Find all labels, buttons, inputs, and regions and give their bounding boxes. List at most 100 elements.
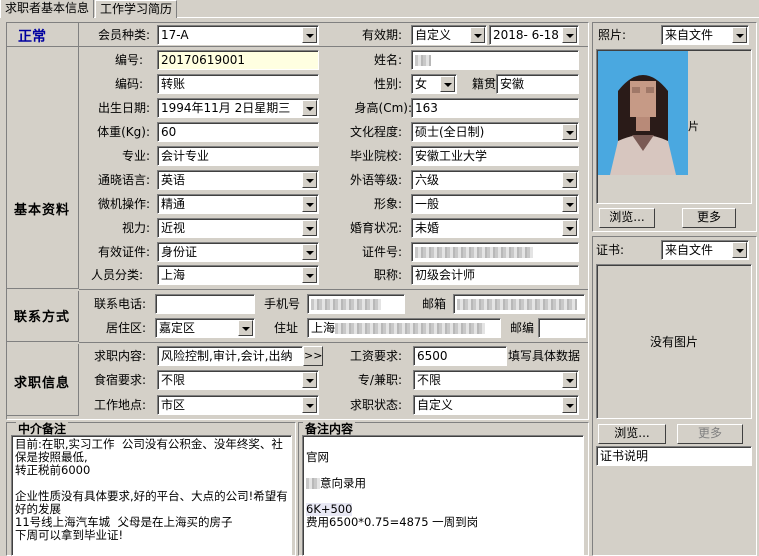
- chevron-down-icon[interactable]: [302, 100, 317, 116]
- chevron-down-icon[interactable]: [562, 172, 577, 188]
- salary-field[interactable]: 6500: [413, 346, 507, 366]
- edu-select[interactable]: 硕士(全日制): [411, 122, 579, 142]
- title-field[interactable]: 初级会计师: [411, 265, 579, 285]
- state-label: 求职状态:: [349, 398, 402, 412]
- chevron-down-icon[interactable]: [302, 372, 317, 388]
- lang-select[interactable]: 英语: [157, 170, 319, 190]
- chevron-down-icon[interactable]: [732, 27, 747, 43]
- vision-select[interactable]: 近视: [157, 218, 319, 238]
- lang-level-label: 外语等级:: [349, 173, 402, 187]
- weight-field[interactable]: 60: [157, 122, 319, 142]
- category-label: 人员分类:: [90, 268, 143, 282]
- chevron-down-icon[interactable]: [302, 220, 317, 236]
- chevron-down-icon[interactable]: [562, 27, 577, 43]
- chevron-down-icon[interactable]: [440, 76, 455, 92]
- chevron-down-icon[interactable]: [470, 27, 485, 43]
- board-value: 不限: [161, 373, 186, 387]
- validity-date-picker[interactable]: 2018- 6-18: [489, 25, 579, 45]
- appearance-select[interactable]: 一般: [411, 194, 579, 214]
- photo-source-select[interactable]: 来自文件: [661, 25, 749, 45]
- mobile-label: 手机号: [263, 297, 300, 311]
- phone-field[interactable]: [155, 294, 255, 314]
- address-field[interactable]: 上海: [307, 318, 501, 338]
- chevron-down-icon[interactable]: [562, 124, 577, 140]
- redacted-id-number: [415, 247, 533, 258]
- native-value: 安徽: [500, 77, 525, 91]
- computer-value: 精通: [161, 197, 186, 211]
- chevron-down-icon[interactable]: [732, 242, 747, 258]
- parttime-select[interactable]: 不限: [413, 370, 579, 390]
- validity-date-value: 2018- 6-18: [493, 28, 559, 42]
- board-select[interactable]: 不限: [157, 370, 319, 390]
- lang-level-select[interactable]: 六级: [411, 170, 579, 190]
- marital-select[interactable]: 未婚: [411, 218, 579, 238]
- idtype-select[interactable]: 身份证: [157, 242, 319, 262]
- height-field[interactable]: 163: [411, 98, 579, 118]
- cert-browse-button[interactable]: 浏览...: [598, 424, 666, 444]
- idno-field[interactable]: [411, 242, 579, 262]
- photo-overflow-glyph: 片: [688, 120, 699, 133]
- code-field[interactable]: 转账: [157, 74, 319, 94]
- cert-desc-field[interactable]: 证书说明: [596, 446, 752, 466]
- chevron-down-icon[interactable]: [238, 320, 253, 336]
- edu-label: 文化程度:: [349, 125, 402, 139]
- zip-label: 邮编: [509, 321, 534, 335]
- location-select[interactable]: 市区: [157, 395, 319, 415]
- name-field[interactable]: [411, 50, 579, 70]
- zip-field[interactable]: [538, 318, 586, 338]
- chevron-down-icon[interactable]: [562, 372, 577, 388]
- category-select[interactable]: 上海: [157, 265, 319, 285]
- gender-value: 女: [415, 77, 428, 91]
- school-field[interactable]: 安徽工业大学: [411, 146, 579, 166]
- chevron-down-icon[interactable]: [562, 220, 577, 236]
- height-label: 身高(Cm):: [354, 101, 412, 115]
- validity-select[interactable]: 自定义: [411, 25, 487, 45]
- redacted-email: [457, 299, 577, 310]
- agent-notes-textarea[interactable]: 目前:在职,实习工作 公司没有公积金、没年终奖、社保是按照最低, 转正税前600…: [11, 435, 292, 556]
- idtype-label: 有效证件:: [97, 245, 150, 259]
- photo-browse-button[interactable]: 浏览...: [599, 208, 655, 228]
- job-content-more-button[interactable]: >>: [303, 346, 323, 366]
- chevron-down-icon[interactable]: [302, 267, 317, 283]
- district-value: 嘉定区: [159, 321, 196, 335]
- tab-basic-info[interactable]: 求职者基本信息: [0, 0, 95, 18]
- chevron-down-icon[interactable]: [302, 172, 317, 188]
- appearance-value: 一般: [415, 197, 440, 211]
- id-field[interactable]: 20170619001: [157, 50, 319, 70]
- board-label: 食宿要求:: [93, 373, 146, 387]
- chevron-down-icon[interactable]: [302, 27, 317, 43]
- idno-label: 证件号:: [361, 245, 402, 259]
- remark-textarea[interactable]: 官网 意向录用 6K+500 费用6500*0.75=4875 一周到岗: [302, 435, 584, 556]
- marital-label: 婚育状况:: [349, 221, 402, 235]
- tab-resume[interactable]: 工作学习简历: [95, 0, 178, 18]
- photo-more-button[interactable]: 更多: [682, 208, 736, 228]
- birth-date-picker[interactable]: 1994年11月 2日星期三: [157, 98, 319, 118]
- phone-label: 联系电话:: [93, 297, 146, 311]
- chevron-down-icon[interactable]: [302, 397, 317, 413]
- major-field[interactable]: 会计专业: [157, 146, 319, 166]
- state-select[interactable]: 自定义: [413, 395, 579, 415]
- remark-line: 费用6500*0.75=4875 一周到岗: [306, 515, 479, 529]
- job-content-field[interactable]: 风险控制,审计,会计,出纳: [157, 346, 303, 366]
- gender-select[interactable]: 女: [411, 74, 457, 94]
- code-label: 编码:: [114, 77, 143, 91]
- vision-value: 近视: [161, 221, 186, 235]
- chevron-down-icon[interactable]: [562, 397, 577, 413]
- email-label: 邮箱: [421, 297, 446, 311]
- name-label: 姓名:: [373, 53, 402, 67]
- email-field[interactable]: [453, 294, 585, 314]
- lang-value: 英语: [161, 173, 186, 187]
- cert-source-select[interactable]: 来自文件: [661, 240, 749, 260]
- district-select[interactable]: 嘉定区: [155, 318, 255, 338]
- native-field[interactable]: 安徽: [496, 74, 579, 94]
- chevron-down-icon[interactable]: [302, 244, 317, 260]
- cert-source-value: 来自文件: [665, 243, 714, 257]
- id-label: 编号:: [114, 53, 143, 67]
- computer-select[interactable]: 精通: [157, 194, 319, 214]
- salary-hint: 填写具体数据: [508, 349, 580, 363]
- chevron-down-icon[interactable]: [562, 196, 577, 212]
- member-type-select[interactable]: 17-A: [157, 25, 319, 45]
- mobile-field[interactable]: [307, 294, 405, 314]
- code-value: 转账: [161, 77, 186, 91]
- chevron-down-icon[interactable]: [302, 196, 317, 212]
